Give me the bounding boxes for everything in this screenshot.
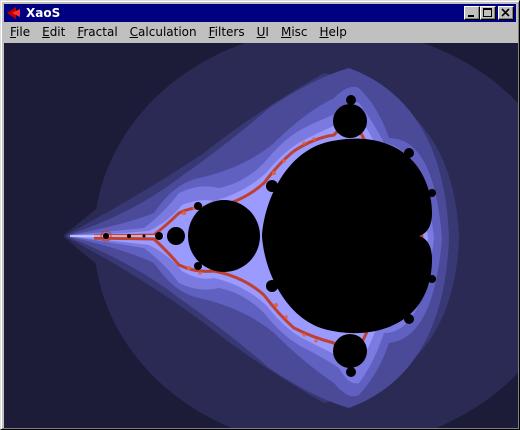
menu-label-rest: elp (328, 25, 347, 39)
menu-accelerator: M (280, 25, 292, 39)
title-bar[interactable]: XaoS (4, 4, 516, 22)
close-icon (501, 8, 510, 17)
window-title: XaoS (26, 6, 61, 20)
menu-calculation[interactable]: Calculation (124, 23, 203, 42)
close-button[interactable] (498, 6, 514, 20)
menu-accelerator: E (42, 25, 50, 39)
menu-label-rest: ractal (83, 25, 118, 39)
menu-misc[interactable]: Misc (275, 23, 314, 42)
menu-label-rest: isc (291, 25, 308, 39)
menu-accelerator: C (129, 25, 139, 39)
menu-edit[interactable]: Edit (36, 23, 71, 42)
titlebar-buttons (464, 6, 514, 20)
menu-label-rest: I (265, 25, 269, 39)
xaos-app-icon[interactable] (6, 5, 22, 21)
xaos-window: XaoS File Edit Fractal Calculation Filters UI… (0, 0, 520, 430)
maximize-icon (483, 8, 492, 17)
menu-help[interactable]: Help (314, 23, 353, 42)
menu-filters[interactable]: Filters (203, 23, 251, 42)
menu-label-rest: dit (49, 25, 66, 39)
menu-label-rest: ile (16, 25, 31, 39)
menu-accelerator: H (319, 25, 329, 39)
menu-fractal[interactable]: Fractal (71, 23, 123, 42)
menu-label-rest: ilters (214, 25, 245, 39)
fractal-canvas[interactable] (4, 43, 518, 428)
minimize-button[interactable] (464, 6, 480, 20)
menu-label-rest: alculation (138, 25, 197, 39)
menu-file[interactable]: File (4, 23, 36, 42)
mandelbrot-image[interactable] (4, 43, 518, 428)
minimize-icon (468, 15, 474, 17)
menu-ui[interactable]: UI (251, 23, 275, 42)
maximize-button[interactable] (480, 6, 496, 20)
menu-bar: File Edit Fractal Calculation Filters UI Misc H… (4, 23, 516, 42)
